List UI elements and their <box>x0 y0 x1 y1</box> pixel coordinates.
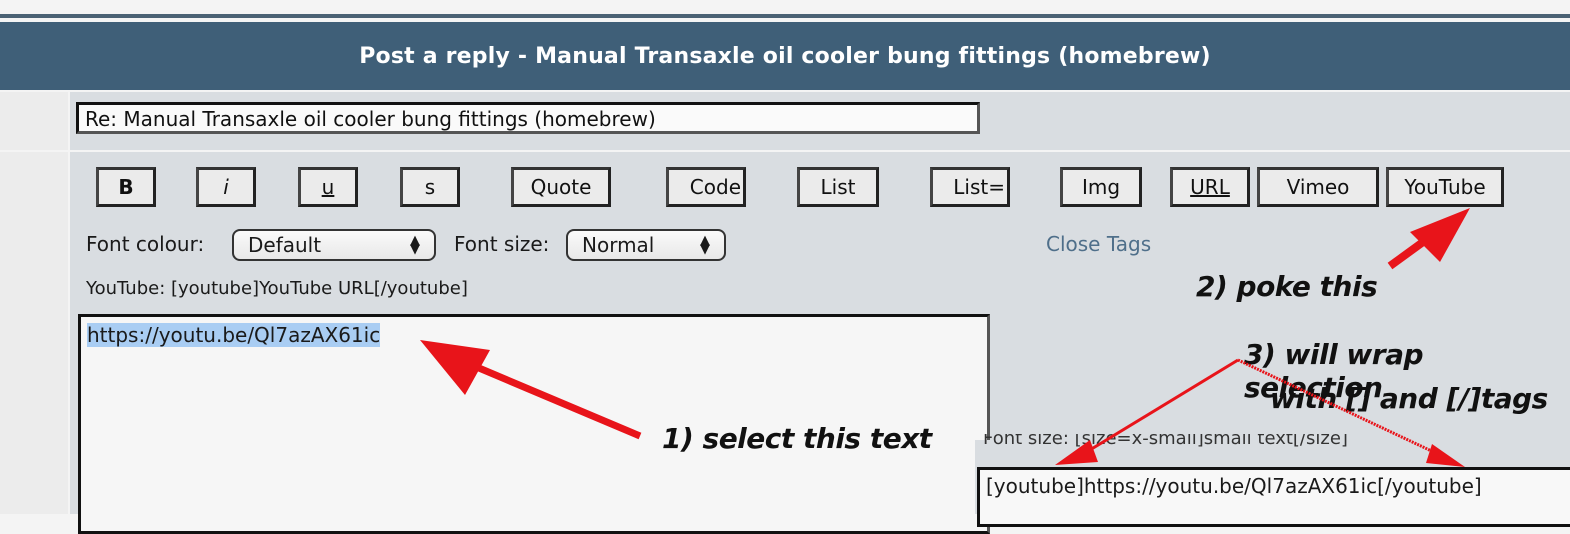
selected-text: https://youtu.be/Ql7azAX61ic <box>87 323 381 347</box>
quote-button[interactable]: Quote <box>511 167 611 207</box>
underline-button[interactable]: u <box>298 167 358 207</box>
font-colour-select[interactable]: Default ▲ ▼ <box>232 229 436 261</box>
img-button[interactable]: Img <box>1060 167 1142 207</box>
result-inset: Font size: [size=x-small]small text[/siz… <box>975 434 1570 527</box>
inset-helpline: Font size: [size=x-small]small text[/siz… <box>983 434 1348 448</box>
italic-button[interactable]: i <box>196 167 256 207</box>
bold-button[interactable]: B <box>96 167 156 207</box>
youtube-button[interactable]: YouTube <box>1386 167 1504 207</box>
select-arrows-icon: ▲ ▼ <box>700 233 710 257</box>
font-size-label: Font size: <box>454 232 550 256</box>
annotation-step3-line2: with [] and [/]tags <box>1270 382 1548 415</box>
annotation-step2: 2) poke this <box>1196 270 1378 303</box>
close-tags-link[interactable]: Close Tags <box>1046 232 1151 256</box>
font-colour-label: Font colour: <box>86 232 205 256</box>
helpline: YouTube: [youtube]YouTube URL[/youtube] <box>86 278 468 299</box>
strike-button[interactable]: s <box>400 167 460 207</box>
font-size-select[interactable]: Normal ▲ ▼ <box>566 229 726 261</box>
subject-input[interactable]: Re: Manual Transaxle oil cooler bung fit… <box>76 102 980 134</box>
url-button[interactable]: URL <box>1170 167 1250 207</box>
annotation-step1: 1) select this text <box>662 422 932 455</box>
list-button[interactable]: List <box>797 167 879 207</box>
page-title: Post a reply - Manual Transaxle oil cool… <box>0 22 1570 90</box>
subject-row: Re: Manual Transaxle oil cooler bung fit… <box>0 92 1570 150</box>
font-colour-value: Default <box>248 233 322 257</box>
select-arrows-icon: ▲ ▼ <box>410 233 420 257</box>
vimeo-button[interactable]: Vimeo <box>1257 167 1379 207</box>
font-size-value: Normal <box>582 233 655 257</box>
code-button[interactable]: Code <box>666 167 746 207</box>
result-textarea[interactable]: [youtube]https://youtu.be/Ql7azAX61ic[/y… <box>977 467 1570 527</box>
list-ordered-button[interactable]: List= <box>930 167 1010 207</box>
top-rule <box>0 14 1570 18</box>
